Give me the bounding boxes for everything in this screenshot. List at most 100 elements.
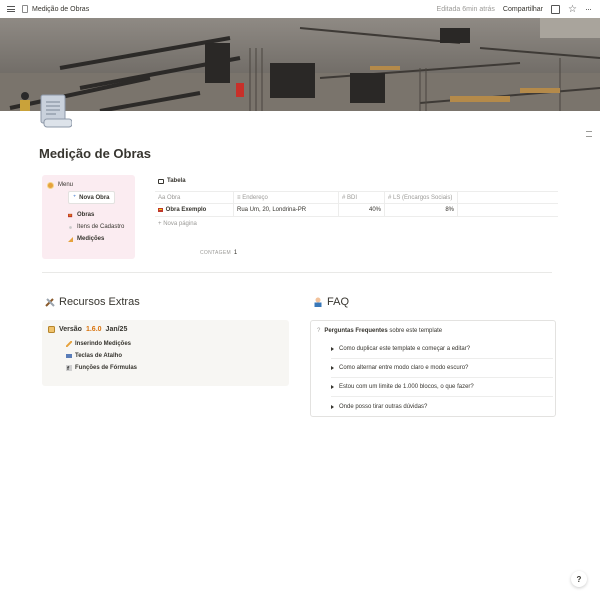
share-button[interactable]: Compartilhar <box>503 6 543 13</box>
pencil-icon <box>66 341 72 347</box>
help-button[interactable]: ? <box>571 571 587 587</box>
faq-question: Estou com um limite de 1.000 blocos, o q… <box>339 384 474 390</box>
column-header-obra[interactable]: Aa Obra <box>155 192 234 203</box>
more-icon[interactable]: ··· <box>585 4 594 14</box>
faq-toggle[interactable]: Onde posso tirar outras dúvidas? <box>331 397 553 416</box>
sun-icon <box>48 182 53 188</box>
column-header-endereco[interactable]: ≡ Endereço <box>234 192 339 203</box>
extras-heading-label: Recursos Extras <box>59 296 140 308</box>
toggle-arrow-icon[interactable] <box>331 366 334 370</box>
extras-item-teclas[interactable]: Teclas de Atalho <box>66 353 283 359</box>
ruler-icon <box>68 236 73 242</box>
tools-icon <box>45 298 55 307</box>
construction-site-photo <box>0 18 600 111</box>
obra-name: Obra Exemplo <box>165 207 207 213</box>
new-page-row[interactable]: + Nova página <box>155 217 558 230</box>
menu-item-obras[interactable]: Obras <box>68 212 129 218</box>
cell-ls[interactable]: 8% <box>385 204 458 216</box>
table-row[interactable]: Obra Exemplo Rua Um, 20, Londrina-PR 40%… <box>155 204 558 217</box>
scroll-icon[interactable] <box>38 93 73 129</box>
help-label: ? <box>576 574 582 584</box>
question-icon: ? <box>317 328 321 334</box>
new-obra-label: Nova Obra <box>79 194 110 201</box>
extras-heading[interactable]: Recursos Extras <box>45 296 140 308</box>
faq-toggle[interactable]: Como duplicar este template e começar a … <box>331 340 553 359</box>
extras-item-label: Inserindo Medições <box>75 341 132 347</box>
book-icon <box>48 326 55 333</box>
faq-toggle[interactable]: Como alternar entre modo claro e modo es… <box>331 359 553 378</box>
extras-item-inserindo[interactable]: Inserindo Medições <box>66 341 283 347</box>
column-type-icon: # <box>388 194 392 201</box>
column-label: Endereço <box>242 194 268 201</box>
table-title-label: Tabela <box>167 178 186 184</box>
construction-icon <box>158 208 163 212</box>
menu-callout: Menu ⁺ Nova Obra Obras Itens de Cadastro… <box>42 175 135 259</box>
comment-icon[interactable] <box>551 4 560 14</box>
faq-question: Como duplicar este template e começar a … <box>339 346 471 352</box>
extras-callout: Versão 1.6.0 Jan/25 Inserindo Medições T… <box>42 320 289 386</box>
column-header-ls[interactable]: # LS (Encargos Sociais) <box>385 192 458 203</box>
plus-icon: ⁺ <box>73 195 77 201</box>
extras-item-funcoes[interactable]: f Funções de Fórmulas <box>66 365 283 371</box>
cell-endereco[interactable]: Rua Um, 20, Londrina-PR <box>234 204 339 216</box>
faq-heading-label: FAQ <box>327 296 350 308</box>
column-label: Obra <box>167 194 181 201</box>
column-label: BDI <box>347 194 358 201</box>
faq-intro-bold: Perguntas Frequentes <box>324 328 388 334</box>
extras-item-label: Teclas de Atalho <box>75 353 123 359</box>
keyboard-icon <box>66 354 72 358</box>
menu-label: Menu <box>58 182 74 188</box>
version-date: Jan/25 <box>105 326 128 333</box>
person-raising-hand-icon <box>314 297 322 307</box>
plus-icon: + <box>158 220 162 227</box>
column-header-empty <box>458 192 558 203</box>
cover-image[interactable] <box>0 18 600 111</box>
toggle-arrow-icon[interactable] <box>331 404 334 409</box>
column-type-icon: # <box>342 194 346 201</box>
cell-obra[interactable]: Obra Exemplo <box>155 204 234 216</box>
faq-callout: ? Perguntas Frequentes sobre este templa… <box>310 320 556 417</box>
table-view-title[interactable]: Tabela <box>158 178 186 184</box>
table-of-contents-marker[interactable] <box>586 131 592 141</box>
faq-heading[interactable]: FAQ <box>313 296 349 308</box>
faq-question: Como alternar entre modo claro e modo es… <box>339 365 469 371</box>
menu-item-label: Medições <box>77 236 105 242</box>
top-bar: Medição de Obras Editada 6min atrás Comp… <box>0 0 600 18</box>
page-title[interactable]: Medição de Obras <box>39 146 151 161</box>
star-icon[interactable]: ☆ <box>568 4 577 14</box>
divider <box>42 272 552 273</box>
faq-intro-rest: sobre este template <box>389 328 443 334</box>
faq-intro: ? Perguntas Frequentes sobre este templa… <box>317 328 549 334</box>
edited-status: Editada 6min atrás <box>436 5 495 13</box>
cell-empty <box>458 204 558 216</box>
toggle-arrow-icon[interactable] <box>331 385 334 389</box>
dot-icon <box>69 225 72 229</box>
faq-toggle[interactable]: Estou com um limite de 1.000 blocos, o q… <box>331 378 553 397</box>
cell-bdi[interactable]: 40% <box>339 204 385 216</box>
menu-header: Menu <box>48 182 129 188</box>
database-table: Aa Obra ≡ Endereço # BDI # LS (Encargos … <box>155 191 558 230</box>
page-icon-small <box>22 5 28 13</box>
column-type-icon: Aa <box>158 194 166 201</box>
new-obra-button[interactable]: ⁺ Nova Obra <box>68 191 115 204</box>
toggle-arrow-icon[interactable] <box>331 347 334 351</box>
new-page-cell[interactable]: + Nova página <box>155 217 200 230</box>
count-label: CONTAGEM <box>200 250 231 256</box>
column-label: LS (Encargos Sociais) <box>393 194 453 201</box>
sidebar-toggle-icon[interactable] <box>6 4 16 14</box>
table-icon <box>158 178 164 184</box>
extras-item-label: Funções de Fórmulas <box>75 365 138 371</box>
menu-item-medicoes[interactable]: Medições <box>68 236 129 242</box>
menu-item-itens-cadastro[interactable]: Itens de Cadastro <box>68 224 129 230</box>
column-header-bdi[interactable]: # BDI <box>339 192 385 203</box>
construction-icon <box>68 213 73 217</box>
new-page-label: Nova página <box>163 220 197 227</box>
formula-icon: f <box>66 365 72 371</box>
count-value: 1 <box>233 250 238 256</box>
table-count[interactable]: CONTAGEM 1 <box>200 250 238 256</box>
menu-item-label: Obras <box>77 212 95 218</box>
version-line: Versão 1.6.0 Jan/25 <box>48 326 283 333</box>
faq-question: Onde posso tirar outras dúvidas? <box>339 403 428 410</box>
breadcrumb[interactable]: Medição de Obras <box>32 6 89 13</box>
version-prefix: Versão <box>59 326 82 333</box>
